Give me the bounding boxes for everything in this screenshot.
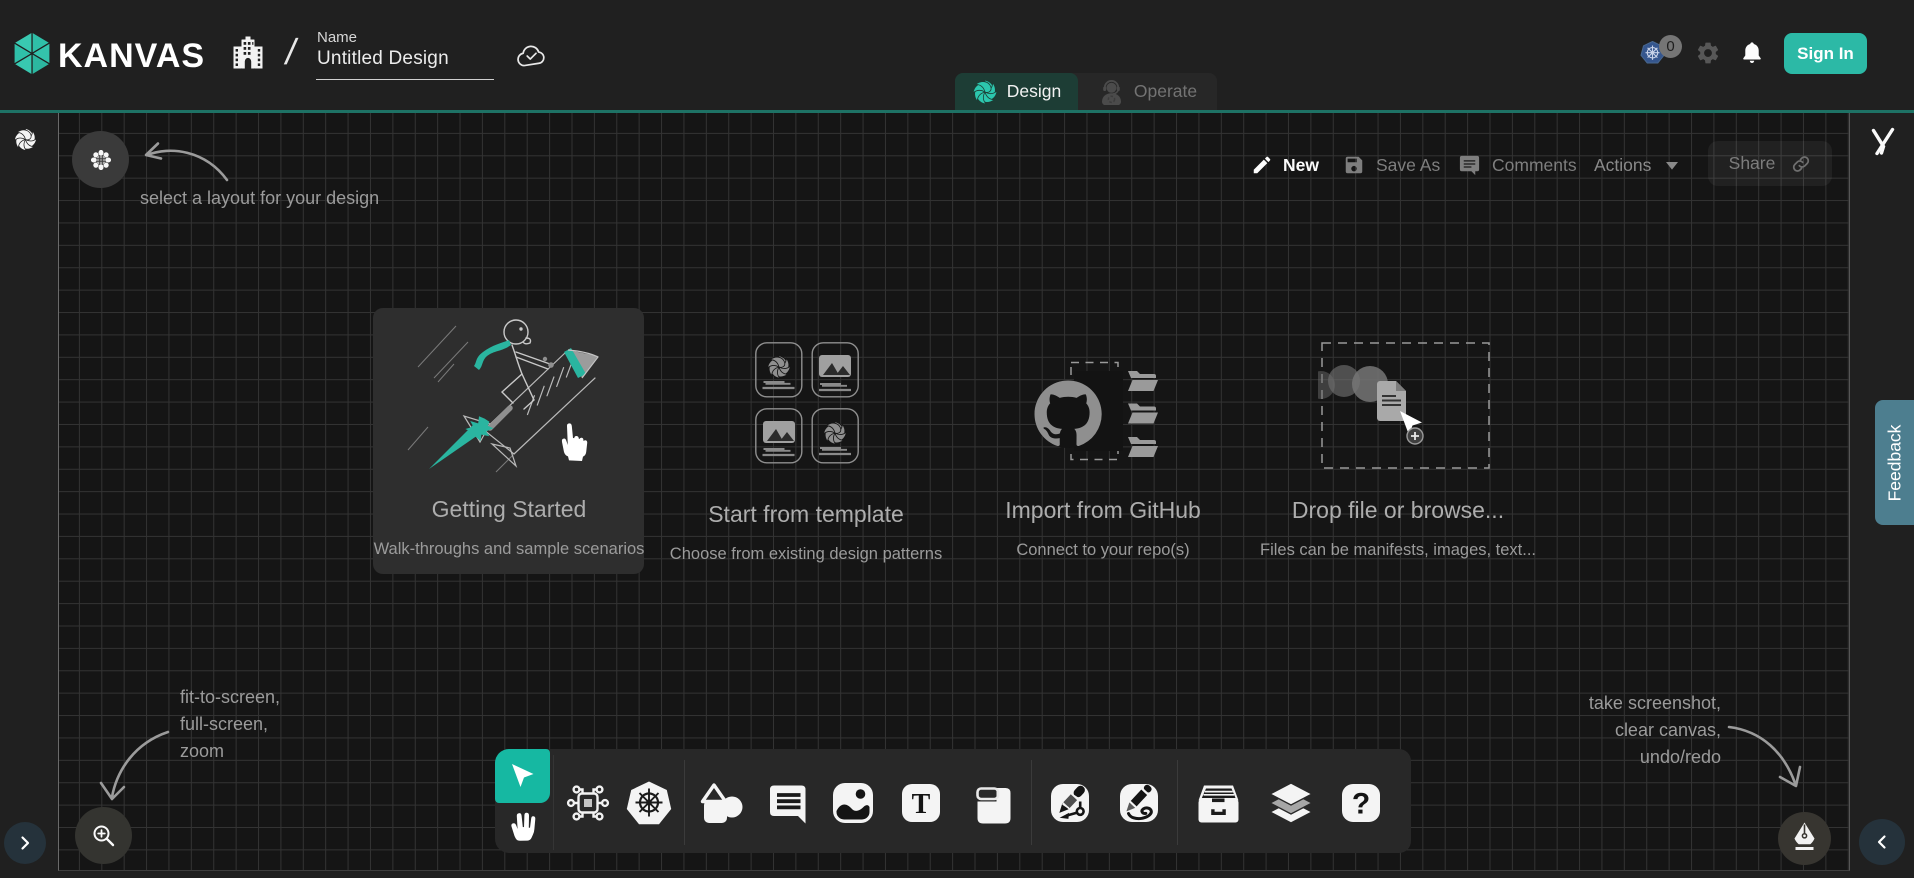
svg-text:T: T <box>912 789 931 820</box>
svg-text:?: ? <box>1352 788 1370 821</box>
